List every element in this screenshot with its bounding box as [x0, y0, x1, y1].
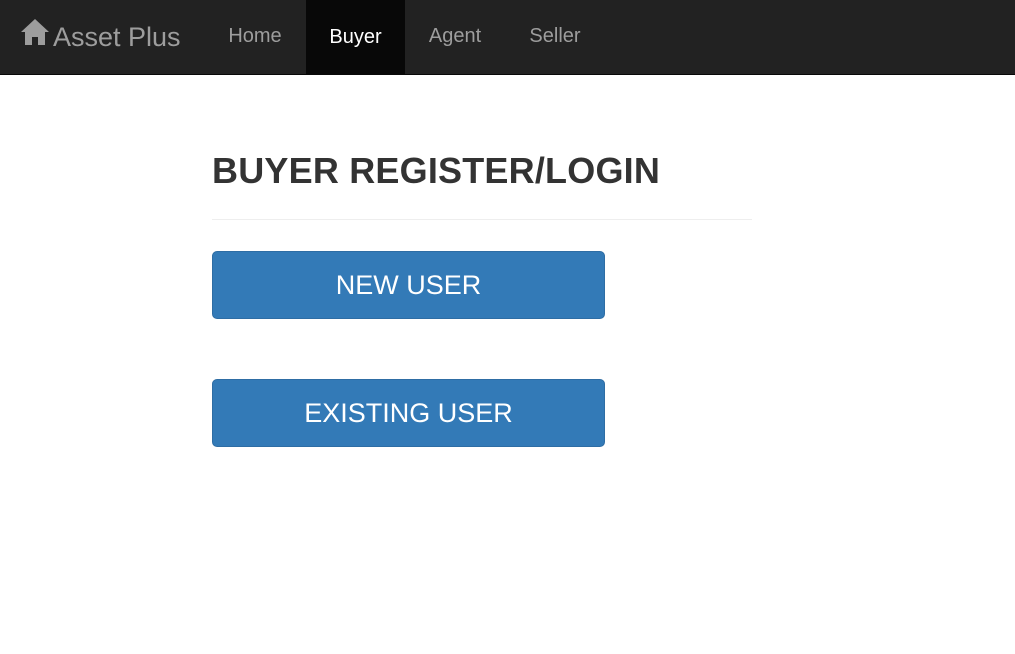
nav-item-agent[interactable]: Agent: [405, 0, 505, 74]
new-user-button[interactable]: NEW USER: [212, 251, 605, 319]
home-icon: [20, 19, 53, 53]
nav-item-buyer[interactable]: Buyer: [306, 0, 405, 75]
nav-item-home[interactable]: Home: [206, 0, 304, 74]
brand-link[interactable]: Asset Plus: [20, 0, 181, 75]
page-title: BUYER REGISTER/LOGIN: [212, 150, 661, 191]
nav-item-seller[interactable]: Seller: [505, 0, 605, 74]
brand-label: Asset Plus: [53, 22, 181, 52]
existing-user-button[interactable]: EXISTING USER: [212, 379, 605, 447]
title-divider: [212, 219, 752, 220]
top-navbar: Asset Plus Home Buyer Agent Seller: [0, 0, 1015, 75]
